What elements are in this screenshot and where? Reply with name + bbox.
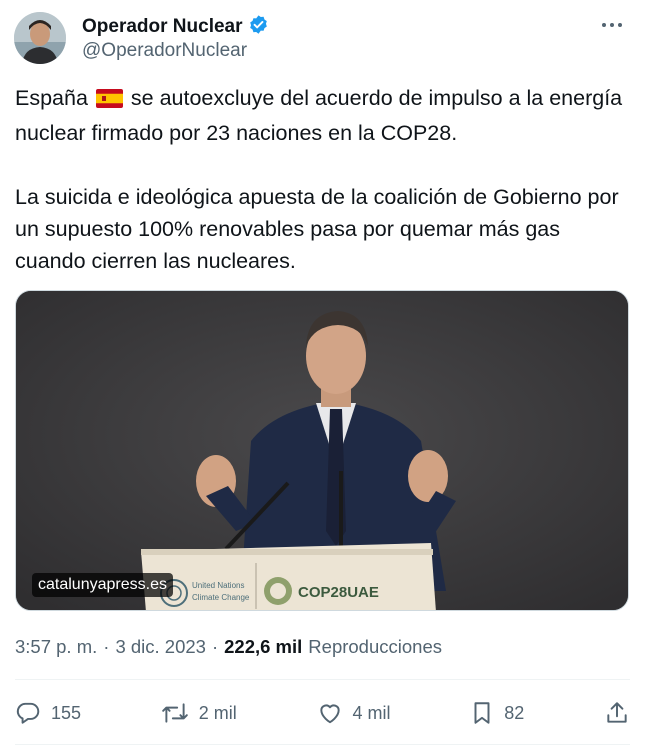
bookmark-icon [470,700,494,726]
repost-icon [161,700,189,726]
repost-button[interactable]: 2 mil [161,700,237,726]
divider [15,744,630,745]
tweet-text-start: España [15,86,88,110]
more-icon[interactable] [595,12,629,38]
divider [15,679,630,680]
action-bar: 155 2 mil 4 mil 82 [15,692,630,734]
meta-separator: · [211,636,219,657]
views-count: 222,6 mil [224,636,303,657]
media-watermark: catalunyapress.es [32,573,173,597]
tweet-paragraph-1: España se autoexcluye del acuerdo de imp… [15,82,630,149]
author-display-name[interactable]: Operador Nuclear [82,16,243,38]
author-handle[interactable]: @OperadorNuclear [82,40,247,62]
like-icon [317,700,343,726]
meta-separator: · [103,636,110,657]
podium-un-line2: Climate Change [192,593,250,602]
tweet-media-image[interactable]: United Nations Climate Change COP28UAE c… [15,290,629,611]
podium-un-line1: United Nations [192,581,244,590]
reply-button[interactable]: 155 [15,700,81,726]
reply-count: 155 [51,702,82,723]
author-avatar[interactable] [14,12,66,64]
tweet-paragraph-2: La suicida e ideológica apuesta de la co… [15,185,619,273]
podium-cop28-text: COP28UAE [298,584,379,601]
speaker-photo: United Nations Climate Change COP28UAE [16,291,628,610]
tweet-meta: 3:57 p. m. · 3 dic. 2023 · 222,6 mil Rep… [15,636,442,658]
like-count: 4 mil [352,702,391,723]
share-button[interactable] [604,700,630,726]
verified-badge-icon [248,14,269,40]
tweet-text: España se autoexcluye del acuerdo de imp… [15,82,630,277]
spain-flag-icon [95,85,123,117]
views-label: Reproducciones [308,636,442,657]
repost-count: 2 mil [198,702,237,723]
tweet-time[interactable]: 3:57 p. m. [15,636,97,658]
bookmark-button[interactable]: 82 [470,700,524,726]
share-icon [604,700,630,726]
reply-icon [15,700,41,726]
tweet-date[interactable]: 3 dic. 2023 [115,636,206,658]
bookmark-count: 82 [504,702,525,723]
like-button[interactable]: 4 mil [317,700,391,726]
